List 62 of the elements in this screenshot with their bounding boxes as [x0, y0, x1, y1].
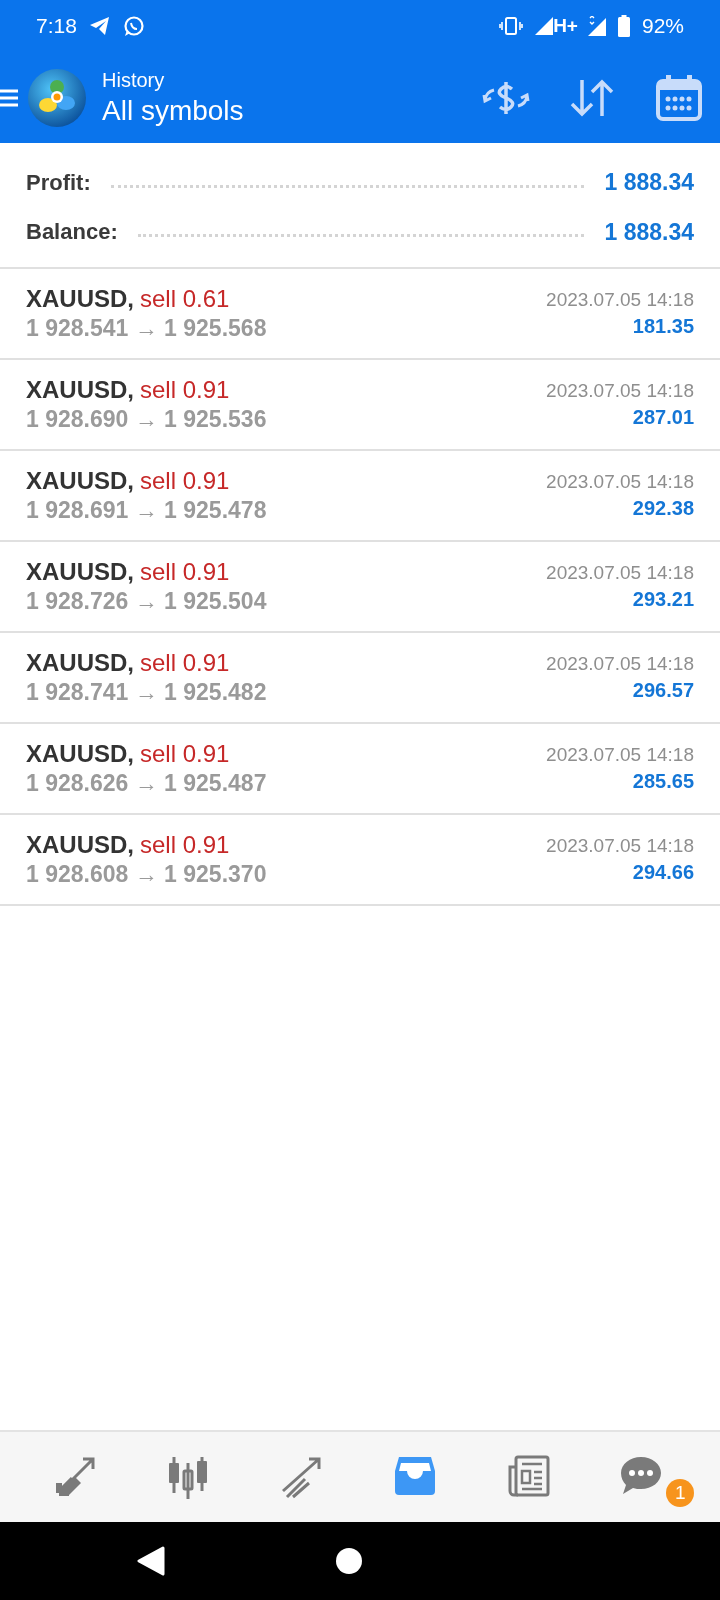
deal-time: 2023.07.05 14:18: [546, 742, 694, 767]
symbol-name: XAUUSD,: [26, 284, 134, 315]
symbol-name: XAUUSD,: [26, 739, 134, 770]
symbol-name: XAUUSD,: [26, 830, 134, 861]
summary-value: 1 888.34: [604, 217, 694, 247]
whatsapp-icon: [122, 15, 145, 37]
signal-icon: [535, 17, 554, 35]
app-logo-icon[interactable]: [28, 68, 86, 127]
price-range: 1 928.626 → 1 925.487: [26, 769, 268, 798]
deal-type: sell 0.61: [140, 284, 230, 315]
deal-type: sell 0.91: [140, 375, 230, 406]
price-range: 1 928.741 → 1 925.482: [26, 678, 268, 707]
deal-row[interactable]: XAUUSD, sell 0.91 1 928.741 → 1 925.482 2023.07.05 14:18 296.57: [0, 633, 720, 724]
screen-subtitle: History: [102, 67, 166, 93]
screen-title: All symbols: [102, 93, 244, 128]
price-range: 1 928.541 → 1 925.568: [26, 314, 268, 343]
symbol-name: XAUUSD,: [26, 375, 134, 406]
deal-profit: 181.35: [632, 314, 694, 340]
vibrate-icon: [499, 16, 524, 36]
deal-profit: 285.65: [632, 769, 694, 795]
deal-row[interactable]: XAUUSD, sell 0.91 1 928.626 → 1 925.487 2023.07.05 14:18 285.65: [0, 724, 720, 815]
deal-row[interactable]: XAUUSD, sell 0.91 1 928.608 → 1 925.370 2023.07.05 14:18 294.66: [0, 815, 720, 906]
notification-badge: 1: [666, 1479, 695, 1507]
deal-profit: 294.66: [632, 860, 694, 886]
symbol-name: XAUUSD,: [26, 466, 134, 497]
status-time: 7:18: [36, 13, 77, 40]
symbol-name: XAUUSD,: [26, 557, 134, 588]
summary-label: Balance:: [26, 218, 118, 247]
deal-type: sell 0.91: [140, 466, 230, 497]
deal-type: sell 0.91: [140, 830, 230, 861]
symbol-name: XAUUSD,: [26, 648, 134, 679]
deal-time: 2023.07.05 14:18: [546, 651, 694, 676]
deal-row[interactable]: XAUUSD, sell 0.91 1 928.690 → 1 925.536 2023.07.05 14:18 287.01: [0, 360, 720, 451]
deal-time: 2023.07.05 14:18: [546, 560, 694, 585]
deal-profit: 293.21: [632, 587, 694, 613]
calendar-icon[interactable]: [656, 74, 702, 121]
back-icon[interactable]: [137, 1546, 165, 1576]
home-icon[interactable]: [335, 1547, 363, 1575]
deal-time: 2023.07.05 14:18: [546, 287, 694, 312]
deal-profit: 292.38: [632, 496, 694, 522]
deal-type: sell 0.91: [140, 739, 230, 770]
telegram-icon: [88, 16, 111, 36]
battery-level: 92%: [641, 13, 684, 40]
price-range: 1 928.690 → 1 925.536: [26, 405, 268, 434]
deal-row[interactable]: XAUUSD, sell 0.61 1 928.541 → 1 925.568 2023.07.05 14:18 181.35: [0, 269, 720, 360]
price-range: 1 928.691 → 1 925.478: [26, 496, 268, 525]
battery-icon: [617, 15, 630, 37]
price-range: 1 928.608 → 1 925.370: [26, 860, 268, 889]
deal-time: 2023.07.05 14:18: [546, 833, 694, 858]
deal-row[interactable]: XAUUSD, sell 0.91 1 928.691 → 1 925.478 2023.07.05 14:18 292.38: [0, 451, 720, 542]
deal-type: sell 0.91: [140, 648, 230, 679]
price-range: 1 928.726 → 1 925.504: [26, 587, 268, 616]
deal-time: 2023.07.05 14:18: [546, 378, 694, 403]
deal-type: sell 0.91: [140, 557, 230, 588]
deal-profit: 296.57: [632, 678, 694, 704]
deal-profit: 287.01: [632, 405, 694, 431]
network-type: H+: [553, 13, 578, 38]
summary-label: Profit:: [26, 168, 91, 197]
summary-value: 1 888.34: [604, 168, 694, 197]
deal-row[interactable]: XAUUSD, sell 0.91 1 928.726 → 1 925.504 2023.07.05 14:18 293.21: [0, 542, 720, 633]
menu-icon[interactable]: [0, 87, 20, 108]
deal-time: 2023.07.05 14:18: [546, 469, 694, 494]
